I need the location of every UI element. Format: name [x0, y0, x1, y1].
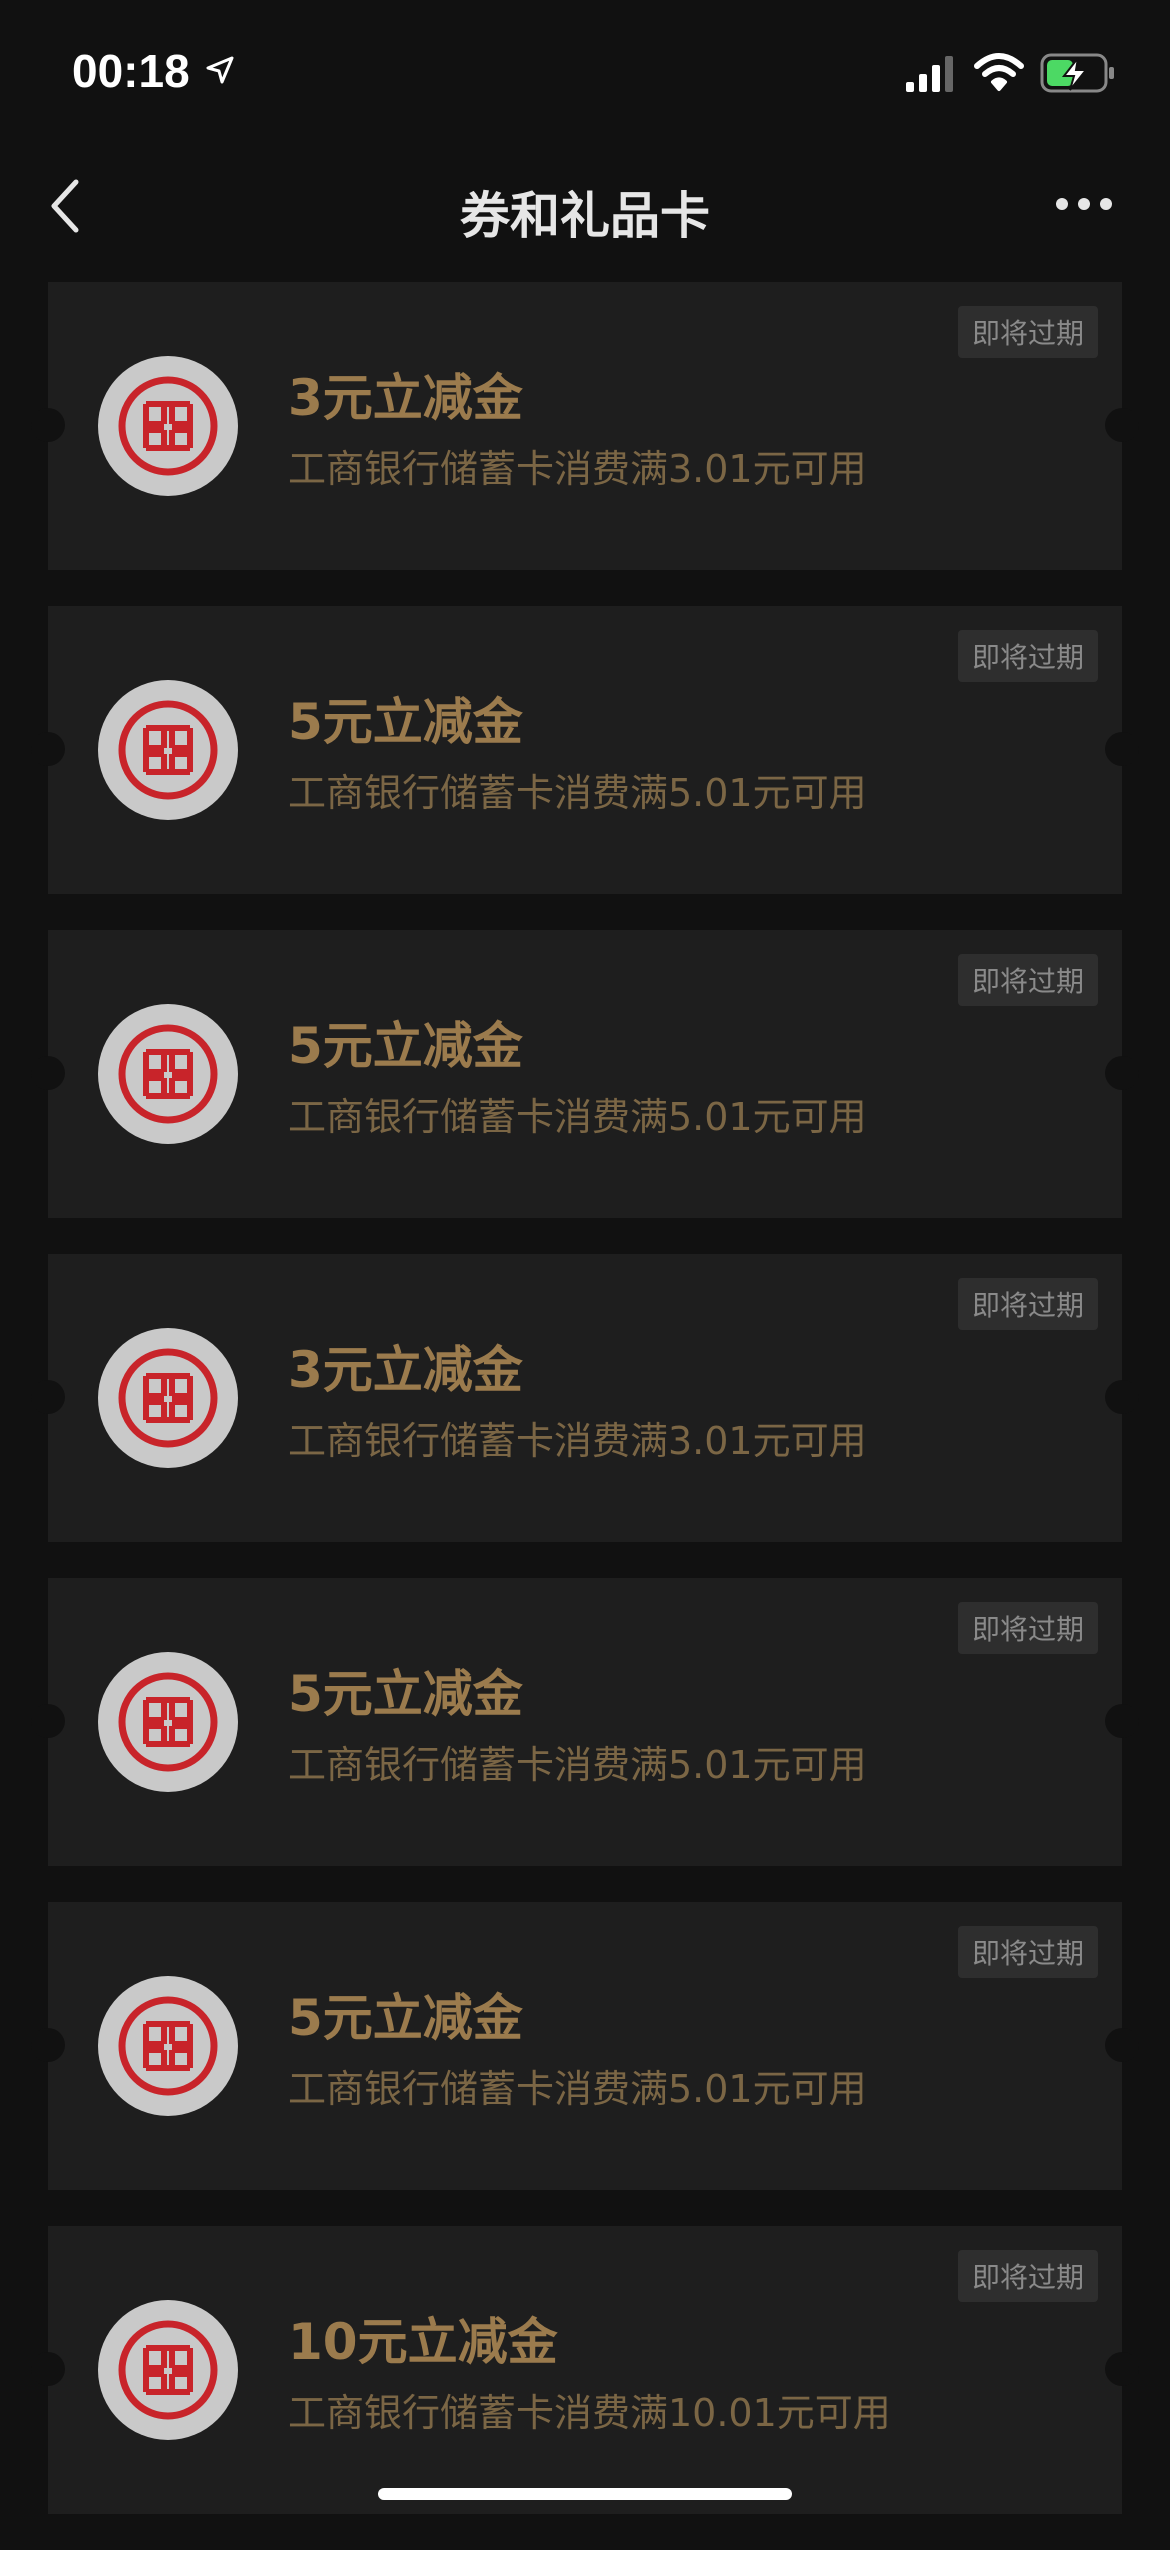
status-bar: 00:18 [0, 0, 1170, 150]
icbc-logo-icon [98, 2300, 238, 2440]
coupon-title: 5元立减金 [288, 1665, 523, 1723]
coupon-description: 工商银行储蓄卡消费满5.01元可用 [288, 1743, 867, 1787]
ticket-notch [31, 1380, 65, 1414]
icbc-logo-icon [98, 1976, 238, 2116]
status-time: 00:18 [72, 45, 190, 97]
icbc-logo-icon [98, 1004, 238, 1144]
expiring-badge: 即将过期 [957, 630, 1098, 682]
ticket-notch [1105, 1380, 1139, 1414]
coupon-card[interactable]: 5元立减金 工商银行储蓄卡消费满5.01元可用 即将过期 [31, 1578, 1139, 1866]
coupon-description: 工商银行储蓄卡消费满5.01元可用 [288, 771, 867, 815]
coupon-description: 工商银行储蓄卡消费满10.01元可用 [288, 2391, 891, 2435]
coupon-title: 10元立减金 [288, 2313, 558, 2371]
ticket-notch [1105, 1704, 1139, 1738]
coupon-list: 3元立减金 工商银行储蓄卡消费满3.01元可用 即将过期 5元立减金 工商银行储… [31, 282, 1139, 2550]
ticket-notch [31, 2028, 65, 2062]
coupon-card[interactable]: 5元立减金 工商银行储蓄卡消费满5.01元可用 即将过期 [31, 930, 1139, 1218]
icbc-logo-icon [98, 1328, 238, 1468]
expiring-badge: 即将过期 [957, 306, 1098, 358]
coupon-title: 3元立减金 [288, 369, 523, 427]
icbc-logo-icon [98, 680, 238, 820]
expiring-badge: 即将过期 [957, 1278, 1098, 1330]
icbc-logo-icon [98, 356, 238, 496]
ticket-notch [31, 2352, 65, 2386]
ticket-notch [1105, 408, 1139, 442]
expiring-badge: 即将过期 [957, 1602, 1098, 1654]
coupon-description: 工商银行储蓄卡消费满5.01元可用 [288, 1095, 867, 1139]
ticket-notch [1105, 2028, 1139, 2062]
coupon-title: 5元立减金 [288, 693, 523, 751]
location-arrow-icon [206, 56, 234, 88]
more-dots-icon[interactable] [1054, 196, 1114, 216]
ticket-notch [31, 1056, 65, 1090]
wifi-icon [974, 52, 1024, 96]
coupon-description: 工商银行储蓄卡消费满5.01元可用 [288, 2067, 867, 2111]
coupon-card[interactable]: 3元立减金 工商银行储蓄卡消费满3.01元可用 即将过期 [31, 1254, 1139, 1542]
ticket-notch [31, 1704, 65, 1738]
navigation-bar: 券和礼品卡 [0, 150, 1170, 262]
ticket-notch [1105, 2352, 1139, 2386]
battery-charging-icon [1040, 52, 1116, 98]
coupon-title: 5元立减金 [288, 1017, 523, 1075]
ticket-notch [1105, 1056, 1139, 1090]
expiring-badge: 即将过期 [957, 954, 1098, 1006]
coupon-card[interactable]: 3元立减金 工商银行储蓄卡消费满3.01元可用 即将过期 [31, 282, 1139, 570]
coupon-description: 工商银行储蓄卡消费满3.01元可用 [288, 1419, 867, 1463]
coupon-card[interactable]: 5元立减金 工商银行储蓄卡消费满5.01元可用 即将过期 [31, 1902, 1139, 2190]
expiring-badge: 即将过期 [957, 2250, 1098, 2302]
page-title: 券和礼品卡 [460, 187, 710, 245]
coupon-card[interactable]: 5元立减金 工商银行储蓄卡消费满5.01元可用 即将过期 [31, 606, 1139, 894]
signal-icon [906, 56, 956, 96]
expiring-badge: 即将过期 [957, 1926, 1098, 1978]
ticket-notch [31, 408, 65, 442]
icbc-logo-icon [98, 1652, 238, 1792]
home-indicator [378, 2488, 792, 2500]
coupon-card[interactable]: 10元立减金 工商银行储蓄卡消费满10.01元可用 即将过期 [31, 2226, 1139, 2514]
coupon-title: 3元立减金 [288, 1341, 523, 1399]
coupon-title: 5元立减金 [288, 1989, 523, 2047]
ticket-notch [1105, 732, 1139, 766]
ticket-notch [31, 732, 65, 766]
coupon-description: 工商银行储蓄卡消费满3.01元可用 [288, 447, 867, 491]
